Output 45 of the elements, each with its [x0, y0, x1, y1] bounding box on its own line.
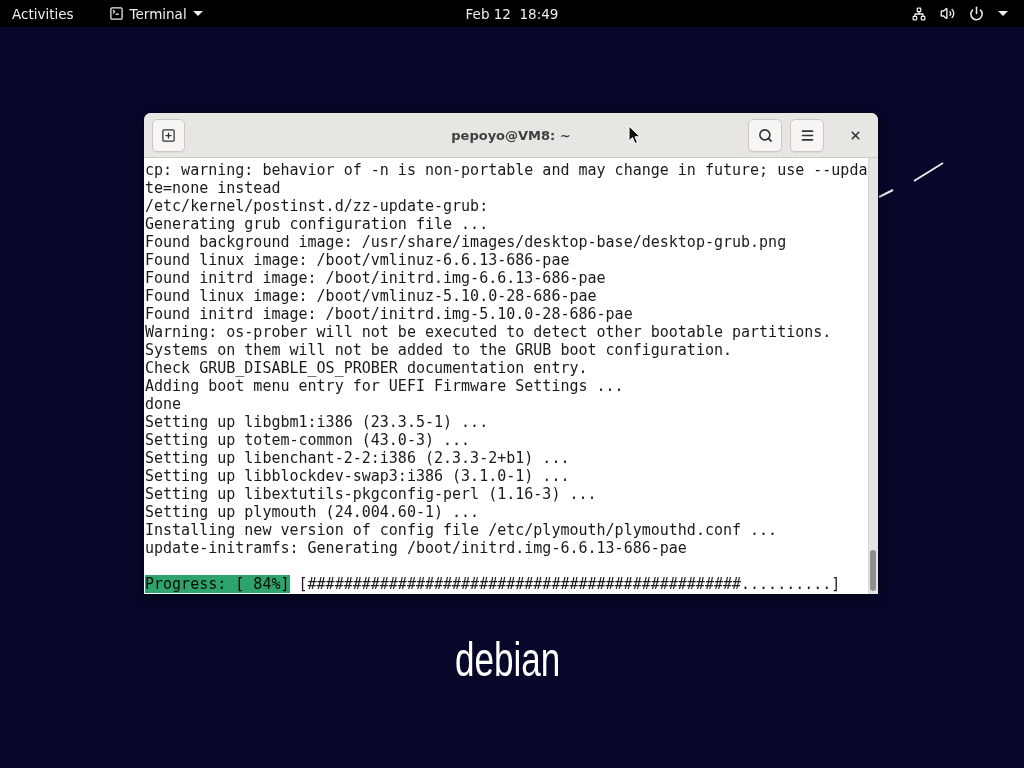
app-menu-button[interactable]: Terminal — [96, 0, 215, 27]
close-icon — [848, 128, 862, 142]
terminal-line: Systems on them will not be added to the GRUB boot configuration. — [145, 341, 733, 359]
mouse-pointer-icon — [628, 125, 641, 145]
terminal-line: Check GRUB_DISABLE_OS_PROBER documentation entry. — [145, 359, 589, 377]
search-button[interactable] — [748, 118, 782, 152]
terminal-line: Setting up libenchant-2-2:i386 (2.3.3-2+b1) ... — [145, 449, 571, 467]
scrollbar-thumb[interactable] — [870, 550, 877, 591]
diagonal-line-drawing — [878, 161, 944, 198]
terminal-line: update-initramfs: Generating /boot/initrd.img-6.6.13-686-pae — [145, 539, 688, 557]
terminal-line: Setting up totem-common (43.0-3) ... — [145, 431, 472, 449]
terminal-line: Generating grub configuration file ... — [145, 215, 490, 233]
power-icon[interactable] — [969, 6, 984, 21]
terminal-line: Installing new version of config file /etc/plymouth/plymouthd.conf ... — [145, 521, 779, 539]
menu-icon — [799, 127, 815, 143]
new-tab-button[interactable] — [152, 118, 185, 152]
terminal-line: Setting up libgbm1:i386 (23.3.5-1) ... — [145, 413, 490, 431]
terminal-line: Adding boot menu entry for UEFI Firmware Settings ... — [145, 377, 625, 395]
terminal-line: Setting up libblockdev-swap3:i386 (3.1.0-1) ... — [145, 467, 571, 485]
terminal-line: Found background image: /usr/share/images/desktop-base/desktop-grub.png — [145, 233, 788, 251]
activities-button[interactable]: Activities — [0, 0, 86, 27]
terminal-line: Found linux image: /boot/vmlinuz-6.6.13-686-pae — [145, 251, 571, 269]
window-title: pepoyo@VM8: ~ — [451, 127, 571, 143]
terminal-line: Warning: os-prober will not be executed to detect other bootable partitions. — [145, 323, 833, 341]
debian-logo: debian — [455, 636, 561, 684]
terminal-line: Found linux image: /boot/vmlinuz-5.10.0-28-686-pae — [145, 287, 598, 305]
terminal-line: cp: warning: behavior of -n is non-portable and may change in future; use --update=none instead — [145, 161, 868, 197]
wired-network-icon[interactable] — [912, 6, 926, 21]
scrollbar-track[interactable] — [867, 158, 878, 594]
progress-label: Progress: [ 84%] — [145, 575, 290, 593]
new-tab-icon — [161, 127, 176, 143]
date-time-button[interactable]: Feb 12 18:49 — [453, 0, 571, 27]
search-icon — [757, 127, 773, 143]
terminal-line: Found initrd image: /boot/initrd.img-5.10.0-28-686-pae — [145, 305, 634, 323]
terminal-line: Setting up plymouth (24.004.60-1) ... — [145, 503, 481, 521]
menu-button[interactable] — [790, 118, 824, 152]
terminal-line: /etc/kernel/postinst.d/zz-update-grub: — [145, 197, 490, 215]
caret-down-icon — [998, 11, 1008, 16]
caret-down-icon — [192, 11, 203, 16]
terminal-line: Found initrd image: /boot/initrd.img-6.6.13-686-pae — [145, 269, 607, 287]
terminal-line: done — [145, 395, 183, 413]
terminal-icon — [108, 6, 124, 21]
progress-bar-text: [################################################..........] — [298, 575, 841, 593]
volume-icon[interactable] — [940, 6, 955, 21]
terminal-line: Setting up libextutils-pkgconfig-perl (1.16-3) ... — [145, 485, 598, 503]
